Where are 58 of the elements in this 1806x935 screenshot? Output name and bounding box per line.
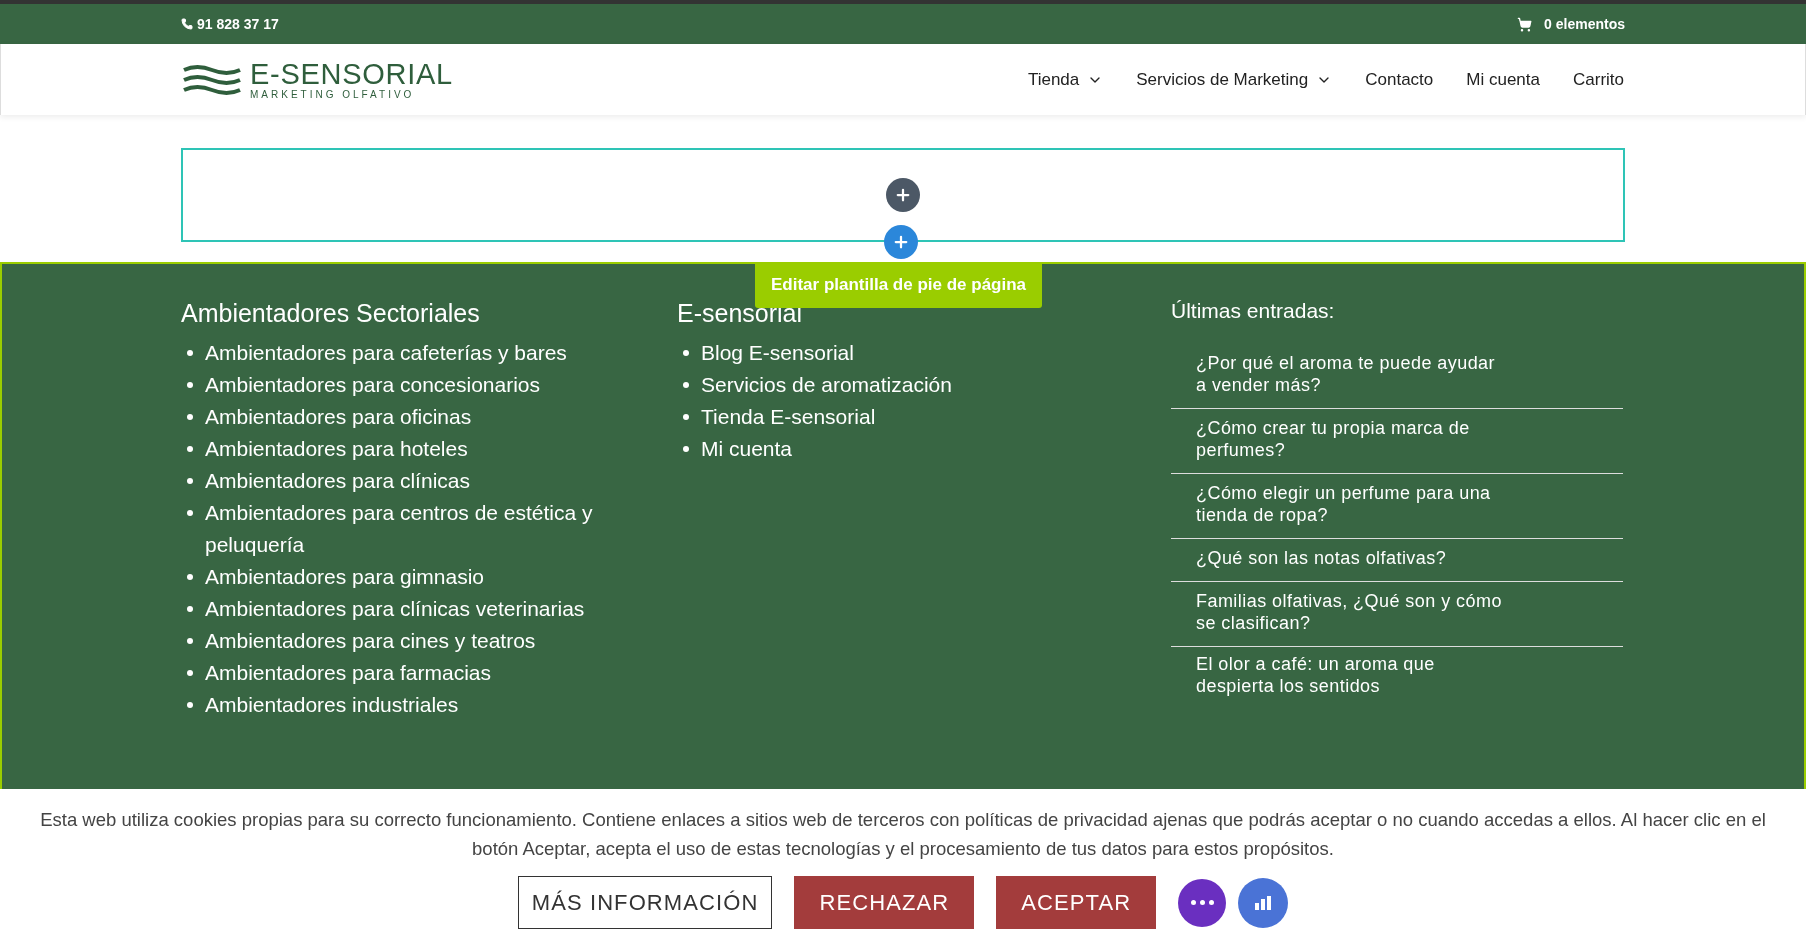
post-link[interactable]: ¿Cómo crear tu propia marca de perfumes? (1196, 417, 1503, 462)
add-section-button[interactable] (884, 225, 918, 259)
bullet-icon (187, 574, 193, 580)
footer-link[interactable]: Ambientadores para hoteles (205, 433, 468, 465)
nav-link[interactable]: Tienda (1027, 66, 1104, 93)
bullet-icon (187, 350, 193, 356)
nav-link[interactable]: Servicios de Marketing (1136, 66, 1333, 93)
waves-logo-icon (182, 63, 242, 96)
cart-count[interactable]: 0 elementos (1544, 13, 1625, 35)
add-module-button[interactable] (886, 178, 920, 212)
plus-icon (894, 186, 912, 204)
cookie-button[interactable]: RECHAZAR (794, 876, 975, 929)
bullet-icon (187, 478, 193, 484)
post-link[interactable]: ¿Qué son las notas olfativas? (1196, 547, 1503, 570)
phone-icon (181, 18, 193, 30)
bullet-icon (187, 414, 193, 420)
cookie-button[interactable]: ACEPTAR (996, 876, 1157, 929)
footer-link[interactable]: Mi cuenta (701, 433, 793, 465)
bullet-icon (187, 382, 193, 388)
post-link[interactable]: ¿Por qué el aroma te puede ayudar a vender más? (1196, 352, 1503, 397)
footer-link[interactable]: Ambientadores para centros de estética y peluquería (205, 497, 661, 561)
cart-icon[interactable] (1517, 16, 1533, 32)
footer-link[interactable]: Ambientadores para gimnasio (205, 561, 484, 593)
post-link[interactable]: ¿Cómo elegir un perfume para una tienda de ropa? (1196, 482, 1503, 527)
footer-link[interactable]: Ambientadores para oficinas (205, 401, 472, 433)
footer-link[interactable]: Ambientadores para cines y teatros (205, 625, 536, 657)
footer-link[interactable]: Ambientadores industriales (205, 689, 459, 721)
logo-title[interactable]: E-SENSORIAL (250, 59, 453, 89)
footer-link[interactable]: Servicios de aromatización (701, 369, 952, 401)
nav-link[interactable]: Mi cuenta (1466, 66, 1540, 93)
footer-link[interactable]: Blog E-sensorial (701, 337, 854, 369)
phone-number[interactable]: 91 828 37 17 (197, 13, 279, 35)
bullet-icon (187, 606, 193, 612)
bullet-icon (683, 350, 689, 356)
bullet-icon (187, 446, 193, 452)
footer-heading: Ambientadores Sectoriales (181, 298, 481, 328)
bullet-icon (683, 446, 689, 452)
post-link[interactable]: Familias olfativas, ¿Qué son y cómo se clasifican? (1196, 590, 1503, 635)
logo-subtitle: MARKETING OLFATIVO (250, 89, 416, 100)
nav-link[interactable]: Carrito (1573, 66, 1624, 93)
footer-link[interactable]: Ambientadores para cafeterías y bares (205, 337, 567, 369)
bullet-icon (187, 702, 193, 708)
cookie-button[interactable]: MÁS INFORMACIÓN (517, 876, 773, 929)
footer-link[interactable]: Ambientadores para farmacias (205, 657, 491, 689)
bullet-icon (187, 670, 193, 676)
plus-icon (892, 233, 910, 251)
bullet-icon (683, 414, 689, 420)
cookie-notice: Esta web utiliza cookies propias para su correcto funcionamiento. Contiene enlaces a sitios web de terceros con políticas de privacidad ajenas que podrás aceptar o no cuando accedas a ellos. Al hacer clic en el botón Aceptar, acepta el uso de estas tecnologías y el procesamiento de tus datos para estos propósitos. (39, 808, 1767, 861)
nav-link[interactable]: Contacto (1365, 66, 1434, 93)
footer-link[interactable]: Tienda E-sensorial (701, 401, 876, 433)
footer-link[interactable]: Ambientadores para concesionarios (205, 369, 541, 401)
bullet-icon (683, 382, 689, 388)
footer-heading: Últimas entradas: (1171, 298, 1336, 324)
bullet-icon (187, 510, 193, 516)
footer-link[interactable]: Ambientadores para clínicas veterinarias (205, 593, 585, 625)
post-link[interactable]: El olor a café: un aroma que despierta los sentidos (1196, 653, 1503, 698)
bullet-icon (187, 638, 193, 644)
footer-link[interactable]: Ambientadores para clínicas (205, 465, 470, 497)
